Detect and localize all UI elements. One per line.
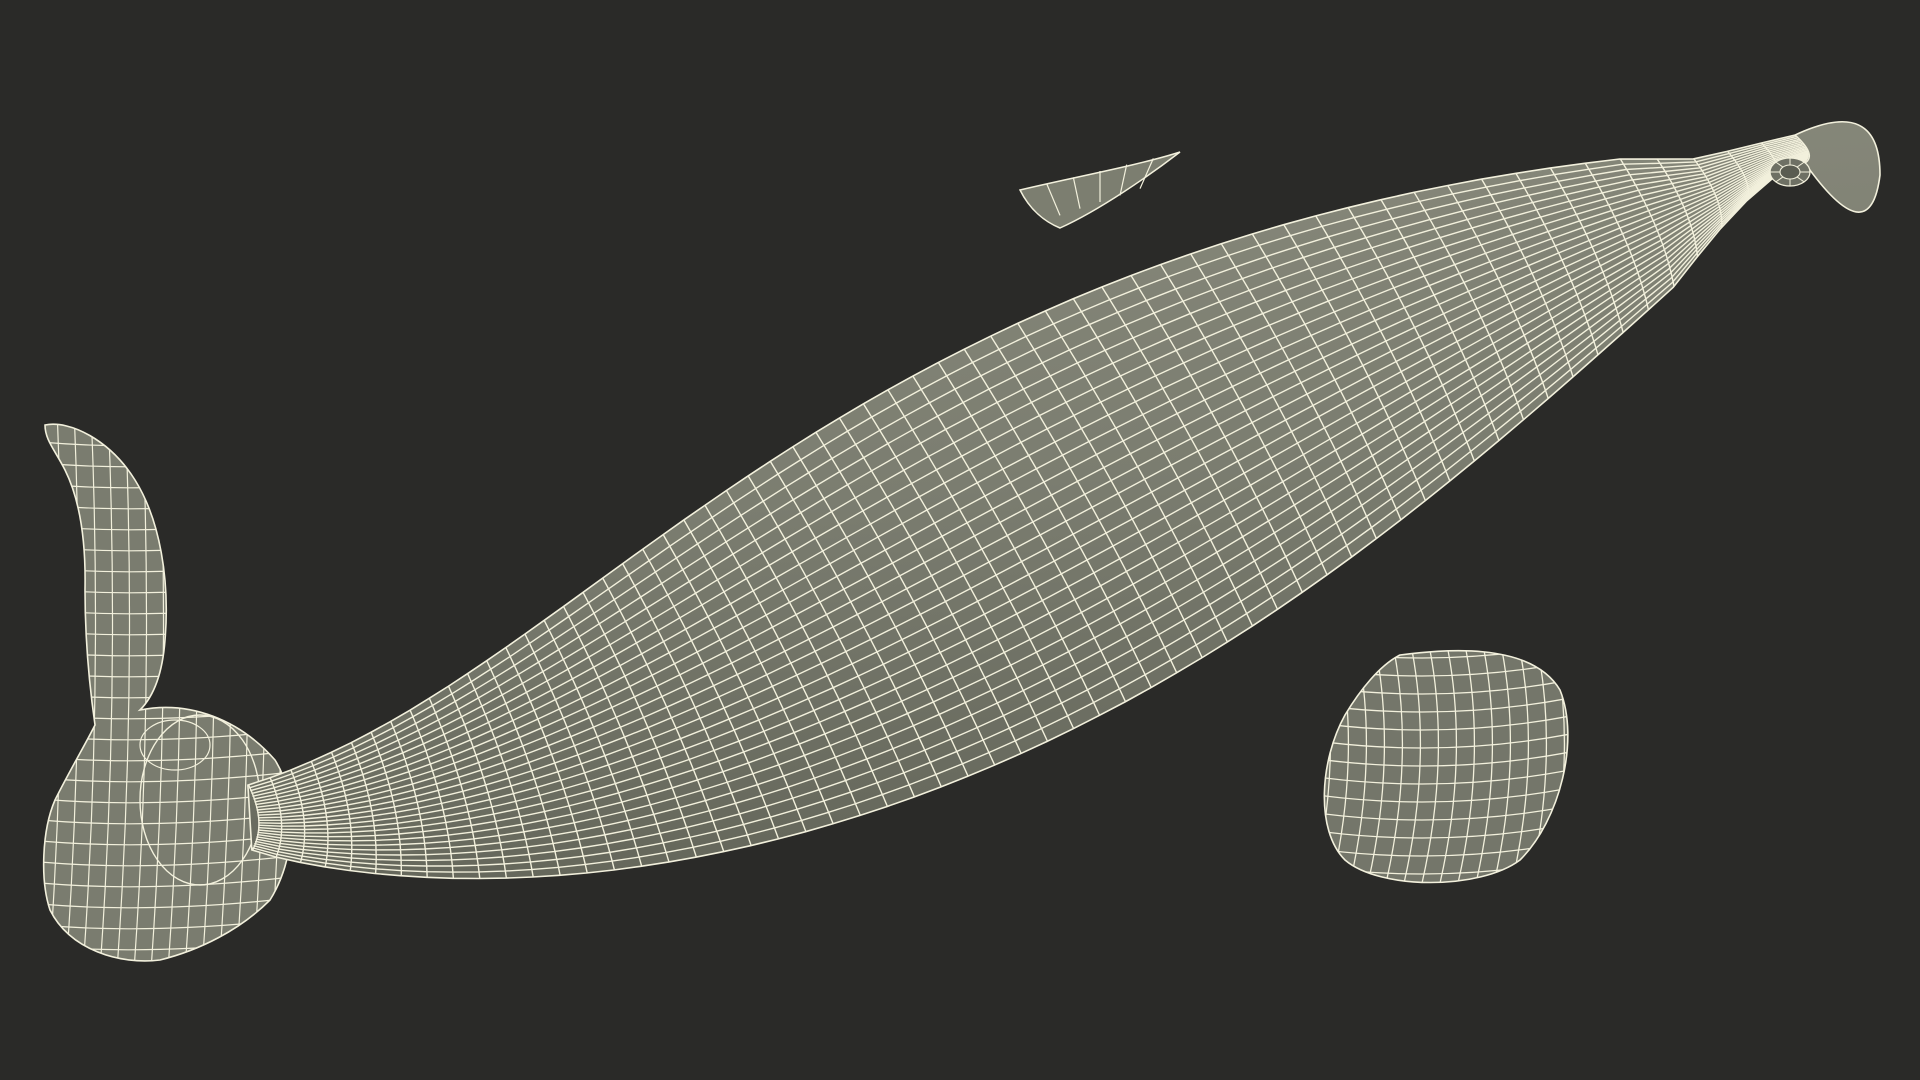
eye-ring-inner [1779,164,1801,180]
whale-body-mesh [247,121,1881,880]
whale-eye-detail [1769,157,1811,187]
wireframe-whale-render [42,121,1881,962]
whale-tail-fluke [42,423,293,962]
whale-pectoral-fin [1323,649,1569,884]
whale-dorsal-fin [1018,151,1181,229]
render-viewport [0,0,1920,1080]
